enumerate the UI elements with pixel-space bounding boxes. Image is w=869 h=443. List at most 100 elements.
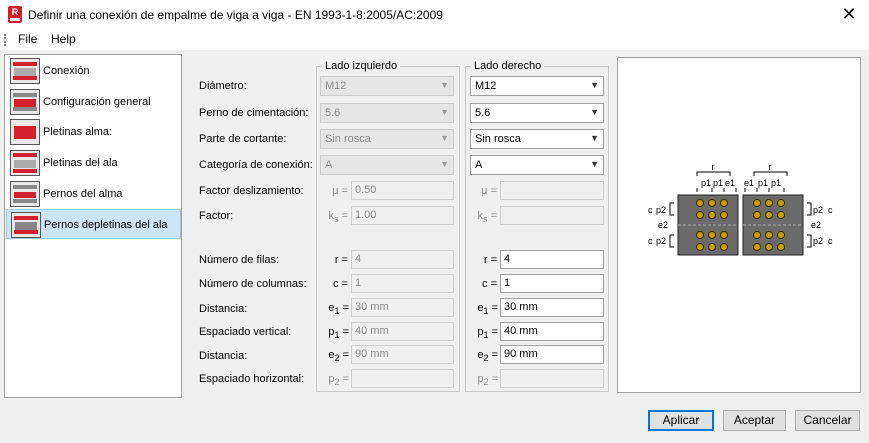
right-categoria-select[interactable]: A ▼ [470, 155, 604, 175]
cancel-button[interactable]: Cancelar [795, 410, 860, 431]
right-diametro-select[interactable]: M12 ▼ [470, 76, 604, 96]
left-p2-symbol: p2 = [328, 373, 349, 388]
preview-p1-right-1: p1 [758, 178, 768, 188]
connection-preview: r r p1 p1 e1 e1 p1 p1 c p2 e2 c p2 p2 c … [617, 57, 861, 393]
chevron-down-icon: ▼ [440, 159, 449, 169]
label-numero-filas: Número de filas: [199, 254, 280, 266]
preview-c-left-bottom: c [648, 236, 653, 246]
preview-p1-left-1: p1 [701, 178, 711, 188]
menu-help[interactable]: Help [47, 32, 80, 46]
chevron-down-icon: ▼ [590, 80, 599, 90]
right-e1-field[interactable]: 30 mm [500, 298, 604, 317]
label-numero-columnas: Número de columnas: [199, 278, 307, 290]
close-icon[interactable]: ✕ [837, 3, 861, 25]
tree-item-label: Pernos del alma [43, 188, 123, 200]
menu-grip-icon [4, 34, 6, 46]
left-cols-field[interactable]: 1 [351, 274, 454, 293]
tree-item-label: Pletinas alma: [43, 126, 113, 138]
tree-item-label: Pletinas del ala [43, 157, 118, 169]
left-diametro-select[interactable]: M12 ▼ [320, 76, 454, 96]
chevron-down-icon: ▼ [590, 133, 599, 143]
tree-item-configuracion-general[interactable]: Configuración general [6, 87, 181, 117]
preview-p1-left-2: p1 [713, 178, 723, 188]
preview-e2-left: e2 [658, 220, 668, 230]
tree-item-conexion[interactable]: Conexión [6, 56, 181, 86]
right-perno-select[interactable]: 5.6 ▼ [470, 103, 604, 123]
left-r-symbol: r = [334, 254, 348, 266]
label-diametro: Diámetro: [199, 80, 247, 92]
tree-item-label: Conexión [43, 65, 90, 77]
label-factor-deslizamiento: Factor deslizamiento: [199, 185, 304, 197]
left-ks-field[interactable]: 1.00 [351, 206, 454, 225]
preview-p2-left-top: p2 [656, 205, 666, 215]
web-bolts-icon [10, 181, 40, 207]
right-r-symbol: r = [483, 254, 497, 266]
navigation-tree: Conexión Configuración general Pletinas … [4, 54, 182, 398]
label-perno: Perno de cimentación: [199, 107, 309, 119]
tree-item-pletinas-ala[interactable]: Pletinas del ala [6, 148, 181, 178]
right-side-title: Lado derecho [471, 60, 545, 72]
window-title: Definir una conexión de empalme de viga … [28, 8, 443, 22]
left-c-symbol: c = [333, 278, 348, 290]
label-distancia-e2: Distancia: [199, 350, 248, 362]
left-e1-field[interactable]: 30 mm [351, 298, 454, 317]
chevron-down-icon: ▼ [440, 80, 449, 90]
chevron-down-icon: ▼ [590, 159, 599, 169]
left-perno-select[interactable]: 5.6 ▼ [320, 103, 454, 123]
tree-item-pletinas-alma[interactable]: Pletinas alma: [6, 117, 181, 147]
chevron-down-icon: ▼ [440, 133, 449, 143]
left-p1-symbol: p1 = [328, 326, 349, 341]
right-ks-symbol: ks = [477, 210, 498, 225]
accept-button[interactable]: Aceptar [723, 410, 786, 431]
preview-p2-right-bottom: p2 [813, 236, 823, 246]
tree-item-pernos-alma[interactable]: Pernos del alma [6, 179, 181, 209]
left-mu-field[interactable]: 0.50 [351, 181, 454, 200]
right-mu-symbol: μ = [481, 185, 497, 197]
apply-button[interactable]: Aplicar [648, 410, 714, 431]
left-side-title: Lado izquierdo [322, 60, 401, 72]
preview-p2-left-bottom: p2 [656, 236, 666, 246]
left-p2-field[interactable] [351, 369, 454, 388]
right-parte-select[interactable]: Sin rosca ▼ [470, 129, 604, 149]
right-cols-field[interactable]: 1 [500, 274, 604, 293]
preview-c-right-top: c [828, 205, 833, 215]
flange-plates-icon [10, 150, 40, 176]
left-ks-symbol: ks = [328, 210, 349, 225]
right-e2-symbol: e2 = [477, 349, 498, 364]
left-mu-symbol: μ = [332, 185, 348, 197]
right-e2-field[interactable]: 90 mm [500, 345, 604, 364]
preview-e2-right: e2 [811, 220, 821, 230]
preview-p2-right-top: p2 [813, 205, 823, 215]
right-ks-field[interactable] [500, 206, 604, 225]
chevron-down-icon: ▼ [590, 107, 599, 117]
right-e1-symbol: e1 = [477, 302, 498, 317]
left-e2-symbol: e2 = [328, 349, 349, 364]
left-rows-field[interactable]: 4 [351, 250, 454, 269]
right-mu-field[interactable] [500, 181, 604, 200]
right-rows-field[interactable]: 4 [500, 250, 604, 269]
general-config-icon [10, 89, 40, 115]
left-parte-select[interactable]: Sin rosca ▼ [320, 129, 454, 149]
bolt-layout-diagram: r r p1 p1 e1 e1 p1 p1 c p2 e2 c p2 p2 c … [648, 162, 833, 256]
preview-r-right: r [769, 162, 772, 172]
label-categoria: Categoría de conexión: [199, 159, 313, 171]
menu-bar: File Help [0, 30, 869, 50]
right-p1-symbol: p1 = [477, 326, 498, 341]
left-categoria-select[interactable]: A ▼ [320, 155, 454, 175]
preview-c-right-bottom: c [828, 236, 833, 246]
menu-file[interactable]: File [14, 32, 41, 46]
left-e1-symbol: e1 = [328, 302, 349, 317]
left-e2-field[interactable]: 90 mm [351, 345, 454, 364]
right-p1-field[interactable]: 40 mm [500, 322, 604, 341]
right-p2-field[interactable] [500, 369, 604, 388]
preview-e1-right: e1 [744, 178, 754, 188]
flange-plate-bolts-icon [11, 212, 41, 238]
app-logo-icon: R [8, 6, 22, 23]
label-espaciado-vertical: Espaciado vertical: [199, 326, 292, 338]
right-p2-symbol: p2 = [477, 373, 498, 388]
left-p1-field[interactable]: 40 mm [351, 322, 454, 341]
label-espaciado-horizontal: Espaciado horizontal: [199, 373, 305, 385]
tree-item-label: Configuración general [43, 96, 151, 108]
tree-item-pernos-pletinas-ala[interactable]: Pernos depletinas del ala [6, 209, 181, 239]
connection-icon [10, 58, 40, 84]
